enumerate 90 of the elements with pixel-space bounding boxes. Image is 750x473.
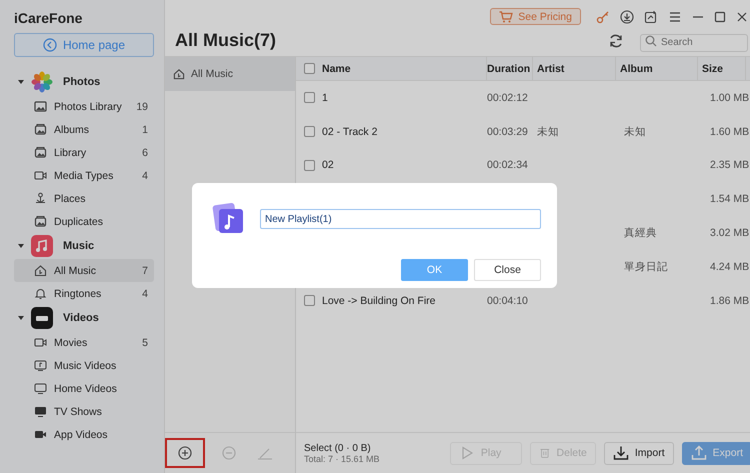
table-cell: 未知: [537, 126, 559, 138]
close-button[interactable]: Close: [474, 259, 541, 281]
column-header[interactable]: Duration: [487, 57, 533, 80]
expand-arrow-icon[interactable]: [17, 242, 25, 250]
video-camera-icon: [34, 169, 47, 182]
add-playlist-button[interactable]: [165, 438, 205, 468]
table-cell: 00:03:29: [487, 126, 528, 138]
edit-icon: [257, 446, 273, 460]
column-header[interactable]: Size: [698, 57, 746, 80]
sidebar-item[interactable]: Music Videos: [14, 354, 154, 377]
table-cell: 未知: [624, 126, 646, 138]
table-cell: 2.35 MB: [710, 159, 750, 172]
photo-stack-icon: [34, 146, 47, 159]
pin-icon: [34, 192, 47, 205]
row-checkbox[interactable]: [304, 126, 314, 138]
column-header[interactable]: Album: [616, 57, 698, 80]
select-all-checkbox[interactable]: [304, 63, 314, 74]
table-cell: 4.24 MB: [710, 260, 750, 273]
photo-stack-icon: [34, 215, 47, 228]
menu-icon[interactable]: [668, 10, 682, 24]
monitor-icon: [34, 382, 47, 395]
sidebar-item[interactable]: Ringtones 4: [14, 282, 154, 305]
sidebar-section[interactable]: Photos: [63, 76, 100, 88]
sidebar-item[interactable]: Duplicates: [14, 210, 154, 233]
sidebar-item[interactable]: App Videos: [14, 423, 154, 446]
camera-icon: [34, 428, 47, 441]
table-cell: 1: [322, 92, 328, 104]
playlist-name-field[interactable]: New Playlist(1): [260, 209, 541, 229]
sidebar-item[interactable]: Albums 1: [14, 118, 154, 141]
tv-app-icon: [31, 307, 53, 329]
expand-arrow-icon[interactable]: [17, 314, 25, 322]
search-field[interactable]: Search: [640, 34, 748, 52]
photo-stack-icon: [34, 123, 47, 136]
sidebar-item[interactable]: All Music 7: [14, 259, 154, 282]
total-summary: Total: 7 · 15.61 MB: [304, 454, 380, 464]
expand-arrow-icon[interactable]: [17, 78, 25, 86]
table-cell: Love -> Building On Fire: [322, 294, 436, 307]
music-screen-icon: [34, 359, 47, 372]
table-cell: 02 - Track 2: [322, 126, 378, 138]
download-icon[interactable]: [620, 10, 634, 24]
download-icon: [612, 445, 629, 461]
cart-icon: [499, 10, 514, 22]
sidebar-item[interactable]: Photos Library 19: [14, 95, 154, 118]
search-icon: [645, 35, 657, 47]
feedback-icon[interactable]: [644, 10, 658, 24]
app-title: iCareFone: [14, 10, 84, 26]
import-button[interactable]: Import: [604, 442, 674, 464]
table-cell: 3.02 MB: [710, 227, 750, 240]
minus-icon: [222, 446, 236, 460]
sidebar-section[interactable]: Music: [63, 240, 94, 252]
sidebar-item[interactable]: Library 6: [14, 141, 154, 164]
page-title: All Music(7): [175, 30, 276, 52]
table-cell: 00:02:34: [487, 159, 528, 172]
table-cell: 1.54 MB: [710, 193, 750, 206]
sidebar-section[interactable]: Videos: [63, 312, 99, 324]
flower-icon: [31, 71, 53, 93]
sidebar-item[interactable]: Places: [14, 187, 154, 210]
table-cell: 單身日記: [624, 260, 668, 273]
table-cell: 00:04:10: [487, 294, 528, 307]
selection-summary: Select (0 · 0 B): [304, 442, 372, 454]
sidebar-item[interactable]: Media Types 4: [14, 164, 154, 187]
row-checkbox[interactable]: [304, 160, 314, 171]
row-checkbox[interactable]: [304, 295, 314, 306]
sidebar-item[interactable]: Home Videos: [14, 377, 154, 400]
house-icon: [173, 68, 185, 80]
key-icon[interactable]: [596, 10, 610, 24]
table-cell: 02: [322, 159, 334, 172]
column-header[interactable]: Name: [322, 57, 487, 80]
sidebar-item[interactable]: Movies 5: [14, 331, 154, 354]
refresh-icon[interactable]: [608, 33, 624, 49]
back-icon: [42, 38, 57, 52]
house-icon: [34, 264, 47, 277]
playlist-item[interactable]: All Music: [165, 57, 295, 91]
table-cell: 真經典: [624, 227, 657, 240]
close-icon[interactable]: [736, 10, 748, 22]
table-cell: 1.00 MB: [710, 92, 750, 104]
table-cell: 00:02:12: [487, 92, 528, 104]
plus-icon: [178, 446, 192, 460]
bell-icon: [34, 287, 47, 300]
table-cell: 1.60 MB: [710, 126, 750, 138]
image-icon: [34, 100, 47, 113]
video-camera-icon: [34, 336, 47, 349]
tv-icon: [34, 405, 47, 418]
maximize-icon[interactable]: [714, 10, 726, 22]
sidebar-item[interactable]: TV Shows: [14, 400, 154, 423]
upload-icon: [690, 445, 707, 461]
column-header[interactable]: Artist: [533, 57, 616, 80]
table-cell: 1.86 MB: [710, 294, 750, 307]
music-note-icon: [31, 235, 53, 257]
row-checkbox[interactable]: [304, 92, 314, 104]
